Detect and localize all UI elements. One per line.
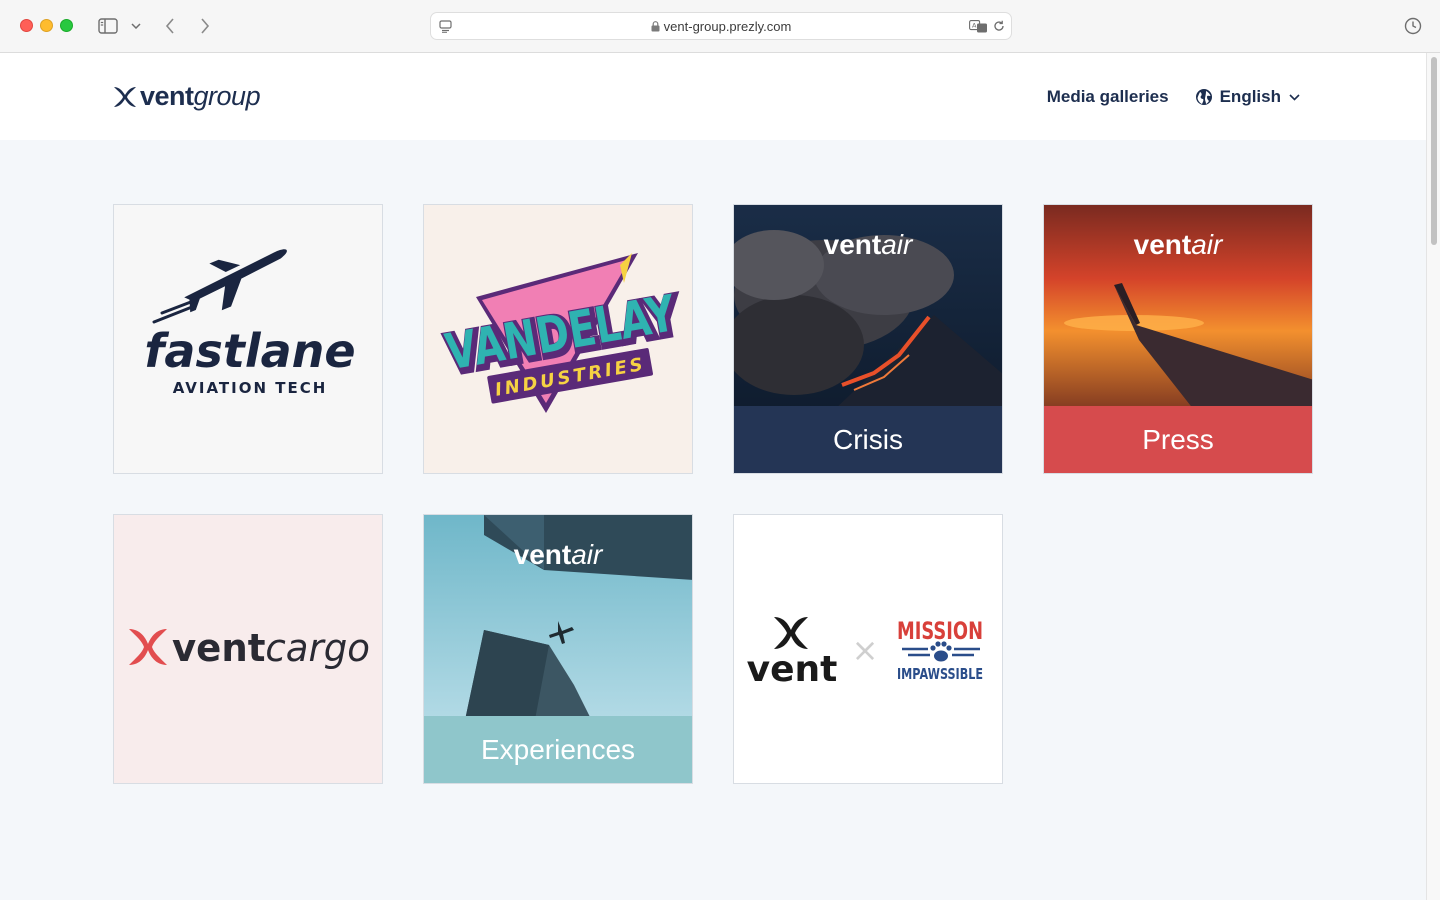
gallery-tile-press[interactable]: ventair Press — [1043, 204, 1313, 474]
lock-icon — [651, 20, 660, 35]
page-viewport: ventgroup Media galleries English fastla… — [0, 53, 1426, 900]
address-bar[interactable]: vent-group.prezly.com A — [430, 12, 1012, 40]
sidebar-toggle-icon[interactable] — [96, 14, 120, 38]
browser-toolbar: vent-group.prezly.com A — [0, 0, 1440, 53]
forward-arrow-icon[interactable] — [195, 14, 215, 38]
minimize-window-button[interactable] — [40, 19, 53, 32]
vent-mission-logo: vent × MISSION IMPAWSSIBLE — [747, 617, 983, 690]
svg-text:A: A — [972, 21, 977, 29]
tile-caption-experiences: Experiences — [424, 716, 692, 783]
history-clock-icon[interactable] — [1402, 14, 1424, 38]
fastlane-tagline: AVIATION TECH — [173, 379, 328, 397]
language-selector[interactable]: English — [1195, 87, 1300, 107]
chevron-down-icon — [1289, 93, 1300, 101]
impawssible-wordmark: IMPAWSSIBLE — [897, 665, 983, 683]
ventgroup-logo[interactable]: ventgroup — [112, 81, 261, 112]
vent-wordmark: vent — [747, 649, 838, 690]
back-arrow-icon[interactable] — [160, 14, 180, 38]
ventair-brand: ventair — [513, 539, 603, 570]
ventair-brand: ventair — [823, 229, 913, 260]
vent-x-logo-icon — [114, 86, 136, 107]
ventcargo-logo: ventcargo — [129, 626, 370, 670]
page-scrollbar[interactable] — [1426, 53, 1440, 900]
reload-icon[interactable] — [991, 17, 1007, 35]
globe-icon — [1195, 89, 1212, 105]
fastlane-wordmark: fastlane — [144, 324, 355, 378]
scrollbar-thumb[interactable] — [1431, 57, 1437, 245]
vent-x-logo-icon — [129, 629, 167, 665]
zoom-window-button[interactable] — [60, 19, 73, 32]
url-text: vent-group.prezly.com — [663, 19, 792, 34]
language-label: English — [1219, 87, 1281, 106]
mission-wordmark: MISSION — [897, 617, 983, 645]
tile-caption-press: Press — [1044, 406, 1312, 473]
gallery-tile-mission-impawssible[interactable]: vent × MISSION IMPAWSSIBLE — [733, 514, 1003, 784]
gallery-tile-vandelay[interactable]: VANDELAY VANDELAY INDUSTRIES — [423, 204, 693, 474]
chevron-down-icon[interactable] — [128, 14, 144, 38]
tile-caption-crisis: Crisis — [734, 406, 1002, 473]
gallery-tile-ventcargo[interactable]: ventcargo — [113, 514, 383, 784]
gallery-tile-crisis[interactable]: ventair Crisis — [733, 204, 1003, 474]
logo-wordmark: ventgroup — [140, 81, 261, 111]
gallery-tile-fastlane[interactable]: fastlane AVIATION TECH — [113, 204, 383, 474]
ventcargo-wordmark: ventcargo — [172, 626, 370, 670]
main-nav: Media galleries English — [1047, 87, 1300, 107]
fastlane-logo: fastlane AVIATION TECH — [144, 249, 356, 397]
site-header: ventgroup Media galleries English — [0, 53, 1426, 140]
translate-icon[interactable]: A — [967, 17, 989, 35]
vandelay-logo: VANDELAY VANDELAY INDUSTRIES — [440, 253, 687, 413]
ventair-brand: ventair — [1133, 229, 1223, 260]
gallery-tile-experiences[interactable]: ventair Experiences — [423, 514, 693, 784]
nav-media-galleries[interactable]: Media galleries — [1047, 87, 1169, 107]
airplane-icon — [184, 249, 287, 313]
vent-x-logo-icon — [774, 617, 808, 649]
close-window-button[interactable] — [20, 19, 33, 32]
collab-separator: × — [852, 631, 879, 669]
